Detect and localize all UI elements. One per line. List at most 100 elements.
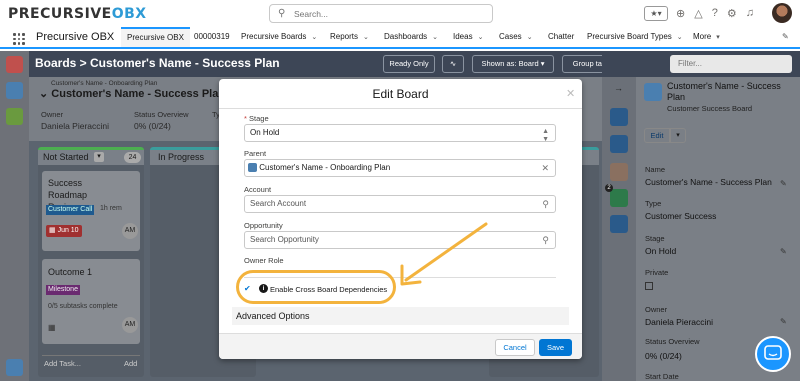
shown-as-dropdown[interactable]: Shown as: Board ▾: [472, 55, 554, 73]
close-icon[interactable]: ✕: [566, 87, 575, 100]
field-label-name: Name: [645, 165, 666, 174]
private-checkbox[interactable]: [645, 282, 653, 290]
field-value-owner[interactable]: Daniela Pieraccini: [645, 317, 713, 327]
notes-tab-icon[interactable]: [610, 163, 628, 181]
board-record-icon: [644, 83, 662, 101]
details-tab-icon[interactable]: [610, 108, 628, 126]
more-actions-caret-icon[interactable]: ▾: [670, 128, 686, 143]
app-logo[interactable]: PRECURSIVEOBX: [8, 6, 147, 22]
save-button[interactable]: Save: [539, 339, 572, 356]
nav-tab-reports[interactable]: Reports ⌄: [330, 27, 369, 47]
chevron-down-icon[interactable]: ⌄: [39, 88, 51, 100]
summary-title: ⌄ Customer's Name - Success Plan: [39, 88, 226, 100]
app-navigation-bar: Precursive OBX Precursive OBX 00000319 P…: [0, 27, 800, 49]
stage-select[interactable]: On Hold ▲ ▼: [244, 124, 556, 143]
collapse-arrow-icon[interactable]: →: [614, 83, 623, 93]
field-label-start-date: Start Date: [645, 372, 679, 381]
help-icon[interactable]: ?: [712, 7, 718, 19]
task-card[interactable]: Success Roadmap Review Customer Call 1h …: [42, 171, 140, 251]
nav-tab-chatter[interactable]: Chatter: [548, 27, 574, 47]
account-label: Account: [244, 185, 272, 194]
column-title: Not Started: [43, 152, 89, 162]
assignee-avatar[interactable]: AM: [122, 223, 138, 239]
nav-tab-ideas[interactable]: Ideas ⌄: [453, 27, 483, 47]
field-label-owner: Owner: [645, 305, 668, 314]
owner-role-label: Owner Role: [244, 256, 284, 265]
annotation-highlight-ring: [236, 270, 396, 304]
activity-tab-icon[interactable]: [610, 135, 628, 153]
calendar-tab-icon[interactable]: [610, 215, 628, 233]
edit-pencil-icon[interactable]: ✎: [780, 179, 787, 188]
nav-tab-cases[interactable]: Cases ⌄: [499, 27, 533, 47]
field-value-status-overview: 0% (0/24): [645, 351, 682, 361]
ready-only-button[interactable]: Ready Only: [383, 55, 435, 73]
clear-icon[interactable]: ✕: [541, 160, 549, 176]
chevron-down-icon[interactable]: ⌄: [363, 34, 369, 41]
edit-pencil-icon[interactable]: ✎: [780, 317, 787, 326]
notification-badge: 2: [605, 184, 613, 192]
wrench-icon[interactable]: [6, 359, 23, 376]
filter-input[interactable]: Filter...: [670, 55, 792, 73]
account-search-input[interactable]: Search Account ⚲: [244, 195, 556, 213]
search-icon: ⚲: [278, 8, 286, 19]
activity-pulse-icon[interactable]: ∿: [442, 55, 464, 73]
setup-gear-icon[interactable]: ⚙: [727, 7, 737, 20]
select-updown-icon: ▲ ▼: [542, 128, 549, 143]
favorites-button[interactable]: ★▾: [644, 6, 668, 21]
column-not-started: Not Started ▾ 24 Success Roadmap Review …: [38, 147, 144, 377]
logo-text-secondary: OBX: [111, 6, 147, 22]
advanced-options-section[interactable]: Advanced Options: [232, 307, 569, 325]
field-label-private: Private: [645, 268, 669, 277]
board-header: Boards > Customer's Name - Success Plan …: [29, 51, 662, 77]
board-icon[interactable]: [6, 82, 23, 99]
add-icon[interactable]: ⊕: [676, 7, 685, 20]
search-icon: ⚲: [542, 235, 549, 245]
people-tab-icon[interactable]: [610, 189, 628, 207]
left-utility-rail: [0, 51, 29, 381]
logo-text-primary: PRECURSIVE: [8, 6, 112, 22]
parent-lookup[interactable]: Customer's Name - Onboarding Plan ✕: [244, 159, 556, 177]
opportunity-label: Opportunity: [244, 221, 283, 230]
column-menu-caret-icon[interactable]: ▾: [94, 152, 104, 162]
chevron-down-icon[interactable]: ⌄: [311, 34, 317, 41]
field-label-status-overview: Status Overview: [645, 337, 700, 346]
chevron-down-icon[interactable]: ⌄: [527, 34, 533, 41]
chat-support-button[interactable]: [755, 336, 791, 372]
owner-value[interactable]: Daniela Pieraccini: [41, 121, 109, 131]
field-value-name: Customer's Name - Success Plan: [645, 177, 772, 187]
chevron-down-icon[interactable]: ⌄: [432, 34, 438, 41]
task-card[interactable]: Outcome 1 Milestone 0/5 subtasks complet…: [42, 259, 140, 344]
nav-more[interactable]: More ▾: [693, 27, 720, 47]
nav-tab-board-types[interactable]: Precursive Board Types ⌄: [587, 27, 683, 47]
cancel-button[interactable]: Cancel: [495, 339, 535, 356]
column-count-badge: 24: [124, 152, 141, 163]
nav-tab-precursive-boards[interactable]: Precursive Boards ⌄: [241, 27, 317, 47]
list-icon[interactable]: [6, 56, 23, 73]
edit-button[interactable]: Edit: [644, 128, 670, 143]
board-record-icon: [248, 163, 257, 173]
chevron-down-icon[interactable]: ⌄: [478, 34, 484, 41]
summary-breadcrumb[interactable]: Customer's Name - Onboarding Plan: [51, 80, 157, 87]
trailhead-icon[interactable]: △: [694, 7, 702, 20]
user-avatar[interactable]: [772, 3, 792, 23]
nav-tab-record[interactable]: 00000319: [194, 27, 230, 47]
global-search-input[interactable]: ⚲ Search...: [269, 4, 493, 23]
app-launcher-icon[interactable]: [13, 33, 25, 45]
lightbulb-icon[interactable]: [6, 108, 23, 125]
column-header: Not Started ▾ 24: [38, 147, 144, 165]
notifications-bell-icon[interactable]: ♫: [746, 7, 754, 19]
parent-label: Parent: [244, 149, 267, 158]
nav-tab-dashboards[interactable]: Dashboards ⌄: [384, 27, 438, 47]
subtask-progress: 0/5 subtasks complete: [48, 303, 118, 310]
field-value-stage: On Hold: [645, 246, 677, 256]
assignee-avatar[interactable]: AM: [122, 317, 138, 333]
add-task-button[interactable]: Add: [124, 356, 137, 372]
chevron-down-icon[interactable]: ⌄: [677, 34, 683, 41]
modal-footer: Cancel Save: [219, 333, 582, 359]
task-tag: Customer Call: [46, 205, 95, 215]
edit-nav-pencil-icon[interactable]: ✎: [782, 27, 789, 47]
add-task-input[interactable]: Add Task...: [44, 356, 81, 372]
board-title: Boards > Customer's Name - Success Plan: [35, 56, 280, 70]
nav-tab-home[interactable]: Precursive OBX: [121, 27, 190, 47]
edit-pencil-icon[interactable]: ✎: [780, 247, 787, 256]
